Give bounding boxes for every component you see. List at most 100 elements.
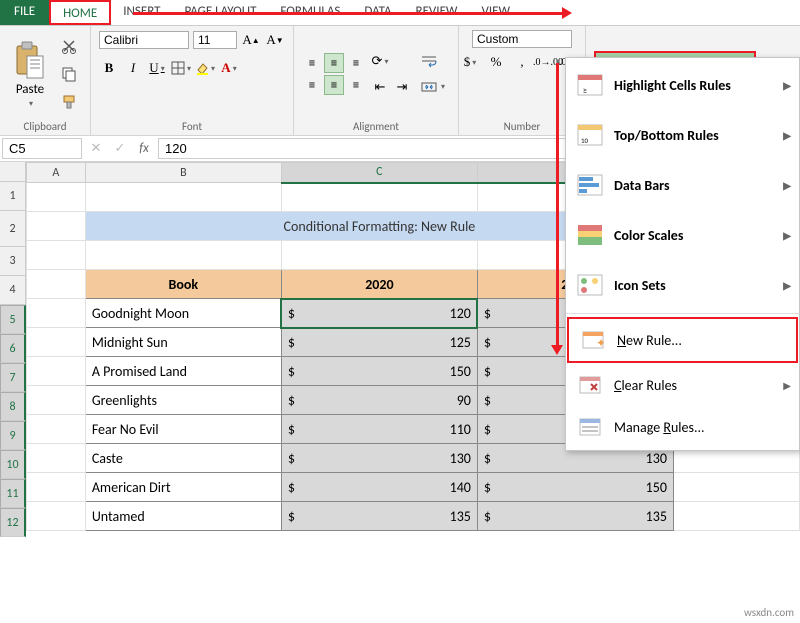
currency-button[interactable]: $ <box>460 52 480 72</box>
alignment-label: Alignment <box>353 120 399 133</box>
icon-sets-item[interactable]: Icon Sets▶ <box>566 260 799 310</box>
wrap-text-button[interactable] <box>416 51 450 71</box>
header-2020[interactable]: 2020 <box>281 270 477 299</box>
value-cell[interactable]: $135 <box>281 502 477 531</box>
col-header[interactable]: C <box>281 163 477 183</box>
book-cell[interactable]: American Dirt <box>85 473 281 502</box>
book-cell[interactable]: Fear No Evil <box>85 415 281 444</box>
cut-button[interactable] <box>56 35 82 57</box>
top-bottom-rules-item[interactable]: 10 Top/Bottom Rules▶ <box>566 110 799 160</box>
align-left-icon[interactable]: ≡ <box>302 75 322 95</box>
cell[interactable] <box>27 444 86 473</box>
cell[interactable] <box>27 502 86 531</box>
row-header[interactable]: 1 <box>0 182 26 211</box>
increase-font-icon[interactable]: A▲ <box>241 30 261 50</box>
row-header[interactable]: 10 <box>0 450 26 479</box>
copy-button[interactable] <box>56 63 82 85</box>
border-button[interactable] <box>171 58 191 78</box>
cell[interactable] <box>27 212 86 241</box>
value-cell[interactable]: $125 <box>281 328 477 357</box>
font-name-select[interactable] <box>99 31 189 49</box>
row-header[interactable]: 11 <box>0 479 26 508</box>
value-cell[interactable]: $120 <box>281 299 477 328</box>
cell[interactable] <box>27 299 86 328</box>
book-cell[interactable]: Untamed <box>85 502 281 531</box>
bold-button[interactable]: B <box>99 58 119 78</box>
font-color-button[interactable]: A <box>219 58 239 78</box>
cell[interactable] <box>85 183 281 212</box>
value-cell[interactable]: $140 <box>281 473 477 502</box>
cell[interactable] <box>27 328 86 357</box>
book-cell[interactable]: A Promised Land <box>85 357 281 386</box>
col-header[interactable]: A <box>27 163 86 183</box>
col-header[interactable]: B <box>85 163 281 183</box>
percent-button[interactable]: % <box>486 52 506 72</box>
value-cell[interactable]: $135 <box>477 502 673 531</box>
cell[interactable] <box>27 415 86 444</box>
merge-button[interactable] <box>416 77 450 97</box>
cancel-formula-icon[interactable]: ✕ <box>84 141 108 156</box>
cell[interactable] <box>281 241 477 270</box>
book-cell[interactable]: Midnight Sun <box>85 328 281 357</box>
comma-button[interactable]: , <box>512 52 532 72</box>
value-cell[interactable]: $150 <box>477 473 673 502</box>
align-center-icon[interactable]: ≡ <box>324 75 344 95</box>
format-painter-button[interactable] <box>56 91 82 113</box>
align-middle-icon[interactable]: ≡ <box>324 53 344 73</box>
book-cell[interactable]: Goodnight Moon <box>85 299 281 328</box>
cell[interactable] <box>281 183 477 212</box>
new-rule-item[interactable]: ✦ New Rule... <box>567 317 798 363</box>
cell[interactable] <box>673 473 799 502</box>
cell[interactable] <box>27 386 86 415</box>
row-header[interactable]: 4 <box>0 276 26 305</box>
menu-label: Data Bars <box>614 177 670 194</box>
decrease-indent-icon[interactable]: ⇤ <box>370 77 390 97</box>
name-box[interactable] <box>2 138 82 159</box>
paste-button[interactable]: Paste <box>8 37 52 112</box>
fx-icon[interactable]: fx <box>132 141 156 156</box>
row-header[interactable]: 7 <box>0 363 26 392</box>
cell[interactable] <box>27 241 86 270</box>
underline-button[interactable]: U <box>147 58 167 78</box>
row-header[interactable]: 6 <box>0 334 26 363</box>
cell[interactable] <box>27 357 86 386</box>
home-tab[interactable]: HOME <box>49 0 111 25</box>
enter-formula-icon[interactable]: ✓ <box>108 141 132 156</box>
cell[interactable] <box>27 183 86 212</box>
clear-rules-item[interactable]: Clear Rules▶ <box>566 364 799 406</box>
italic-button[interactable]: I <box>123 58 143 78</box>
row-header[interactable]: 8 <box>0 392 26 421</box>
increase-indent-icon[interactable]: ⇥ <box>392 77 412 97</box>
book-cell[interactable]: Caste <box>85 444 281 473</box>
book-cell[interactable]: Greenlights <box>85 386 281 415</box>
number-format-select[interactable] <box>472 30 572 48</box>
select-all-corner[interactable] <box>0 162 26 182</box>
data-bars-item[interactable]: Data Bars▶ <box>566 160 799 210</box>
cell[interactable] <box>27 270 86 299</box>
align-right-icon[interactable]: ≡ <box>346 75 366 95</box>
align-top-icon[interactable]: ≡ <box>302 53 322 73</box>
color-scales-item[interactable]: Color Scales▶ <box>566 210 799 260</box>
cell[interactable] <box>27 473 86 502</box>
svg-text:≥: ≥ <box>583 86 587 96</box>
cell[interactable] <box>85 241 281 270</box>
value-cell[interactable]: $90 <box>281 386 477 415</box>
highlight-cells-rules-item[interactable]: ≥ Highlight Cells Rules▶ <box>566 60 799 110</box>
decrease-font-icon[interactable]: A▼ <box>265 30 285 50</box>
fill-color-button[interactable] <box>195 58 215 78</box>
file-tab[interactable]: FILE <box>0 0 49 25</box>
header-book[interactable]: Book <box>85 270 281 299</box>
value-cell[interactable]: $130 <box>281 444 477 473</box>
row-header[interactable]: 5 <box>0 305 26 334</box>
row-header[interactable]: 12 <box>0 508 26 537</box>
orientation-button[interactable]: ⟳ <box>370 51 390 71</box>
cell[interactable] <box>673 502 799 531</box>
value-cell[interactable]: $110 <box>281 415 477 444</box>
row-header[interactable]: 3 <box>0 247 26 276</box>
align-bottom-icon[interactable]: ≡ <box>346 53 366 73</box>
manage-rules-item[interactable]: Manage Rules... <box>566 406 799 448</box>
row-header[interactable]: 9 <box>0 421 26 450</box>
font-size-select[interactable] <box>193 31 237 49</box>
value-cell[interactable]: $150 <box>281 357 477 386</box>
row-header[interactable]: 2 <box>0 211 26 247</box>
